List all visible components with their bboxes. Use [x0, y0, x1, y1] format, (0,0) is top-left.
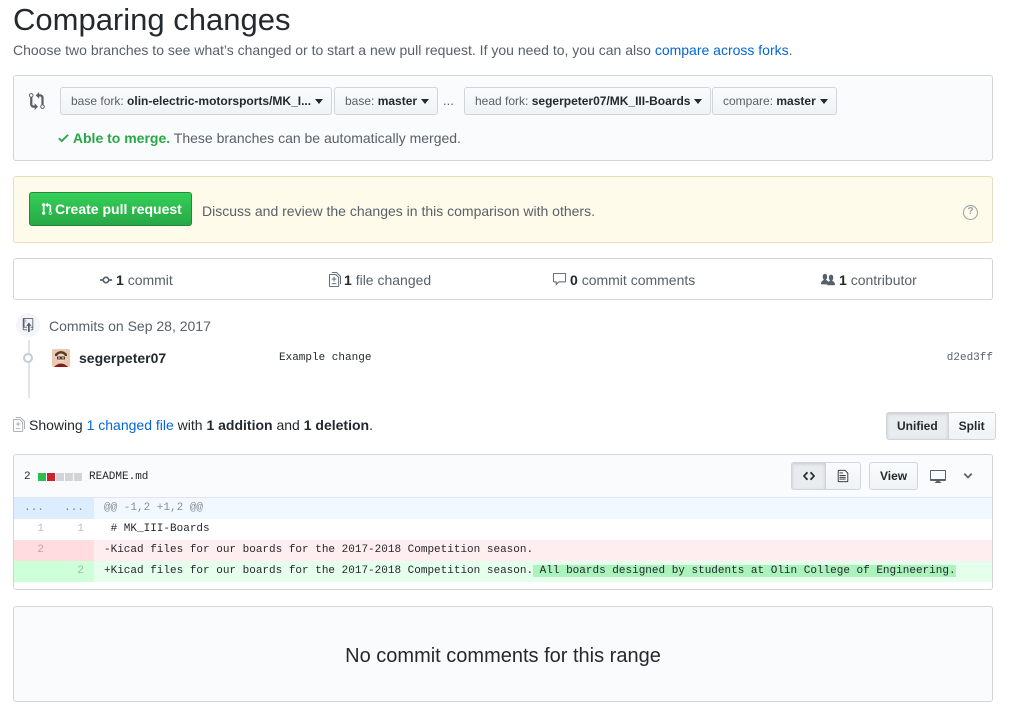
file-icon [837, 469, 849, 483]
merge-status: Able to merge. These branches can be aut… [58, 130, 461, 146]
caret-down-icon [819, 99, 828, 105]
commits-stat[interactable]: 1 commit [99, 272, 173, 288]
commit-group-title: Commits on Sep 28, 2017 [49, 318, 211, 334]
people-icon [821, 273, 835, 286]
rich-view-button[interactable] [826, 463, 860, 489]
diffstat-bar [38, 473, 82, 481]
repo-push-icon [14, 311, 42, 339]
timeline-line [28, 340, 30, 398]
compare-arrows-icon [29, 92, 45, 110]
pull-request-icon [42, 202, 52, 215]
create-pull-request-button[interactable]: Create pull request [29, 192, 192, 226]
split-view-button[interactable]: Split [948, 413, 995, 439]
commit-author-link[interactable]: segerpeter07 [79, 350, 166, 366]
no-comments-title: No commit comments for this range [345, 645, 661, 667]
diff-summary: Showing 1 changed file with 1 addition a… [13, 417, 373, 433]
context-row: 1 1 # MK_III-Boards [37, 523, 210, 535]
hunk-header-row: ... ... @@ -1,2 +1,2 @@ [14, 498, 992, 519]
caret-down-icon [694, 99, 703, 105]
changed-files-link[interactable]: 1 changed file [87, 417, 174, 433]
unified-view-button[interactable]: Unified [887, 413, 948, 439]
commit-comments-stat[interactable]: 0 commit comments [552, 272, 695, 288]
head-fork-select[interactable]: head fork: segerpeter07/MK_III-Boards [464, 87, 712, 115]
compare-branch-select[interactable]: compare: master [712, 87, 837, 115]
file-header: 2 README.md View [14, 455, 992, 498]
avatar[interactable] [52, 349, 70, 367]
commit-sha-link[interactable]: d2ed3ff [947, 352, 993, 364]
flash-text: Discuss and review the changes in this c… [202, 203, 595, 219]
range-editor: base fork: olin-electric-motorsports/MK_… [13, 75, 993, 161]
code-icon [802, 471, 815, 481]
view-file-button[interactable]: View [869, 462, 919, 490]
added-text-highlight: All boards designed by students at Olin … [533, 565, 956, 577]
page-subtitle: Choose two branches to see what’s change… [13, 42, 793, 58]
commit-message-link[interactable]: Example change [279, 352, 371, 364]
page-title: Comparing changes [13, 2, 291, 37]
caret-down-icon [421, 99, 430, 105]
diff-view-toggle: Unified Split [886, 412, 996, 440]
no-comments-blankslate: No commit comments for this range [13, 606, 993, 702]
files-changed-stat[interactable]: 1 file changed [329, 272, 431, 288]
file-diff-icon [13, 417, 25, 432]
compare-across-forks-link[interactable]: compare across forks [655, 42, 789, 58]
check-icon [58, 134, 69, 143]
create-pr-flash: Create pull request Discuss and review t… [13, 176, 993, 243]
base-fork-select[interactable]: base fork: olin-electric-motorsports/MK_… [60, 87, 333, 115]
file-name-link[interactable]: README.md [89, 471, 148, 483]
monitor-icon[interactable] [929, 468, 947, 484]
base-branch-select[interactable]: base: master [334, 87, 439, 115]
commit-dot [23, 353, 33, 363]
addition-row: 2 +Kicad files for our boards for the 20… [14, 561, 992, 582]
chevron-down-icon[interactable] [962, 469, 974, 483]
file-diff-icon [329, 272, 341, 287]
display-toggle [791, 462, 861, 490]
source-view-button[interactable] [792, 463, 826, 489]
file-change-count: 2 [24, 471, 31, 483]
file-diff: 2 README.md View ... ... @@ -1,2 +1,2 @@… [13, 454, 993, 590]
deletion-row: 2 -Kicad files for our boards for the 20… [14, 540, 992, 561]
caret-down-icon [315, 99, 324, 105]
comment-icon [552, 272, 567, 286]
commit-icon [99, 276, 113, 284]
range-ellipsis: ... [443, 93, 454, 108]
question-icon[interactable]: ? [963, 205, 978, 220]
contributors-stat[interactable]: 1 contributor [820, 272, 917, 288]
comparison-stats: 1 commit 1 file changed 0 commit comment… [13, 258, 993, 300]
